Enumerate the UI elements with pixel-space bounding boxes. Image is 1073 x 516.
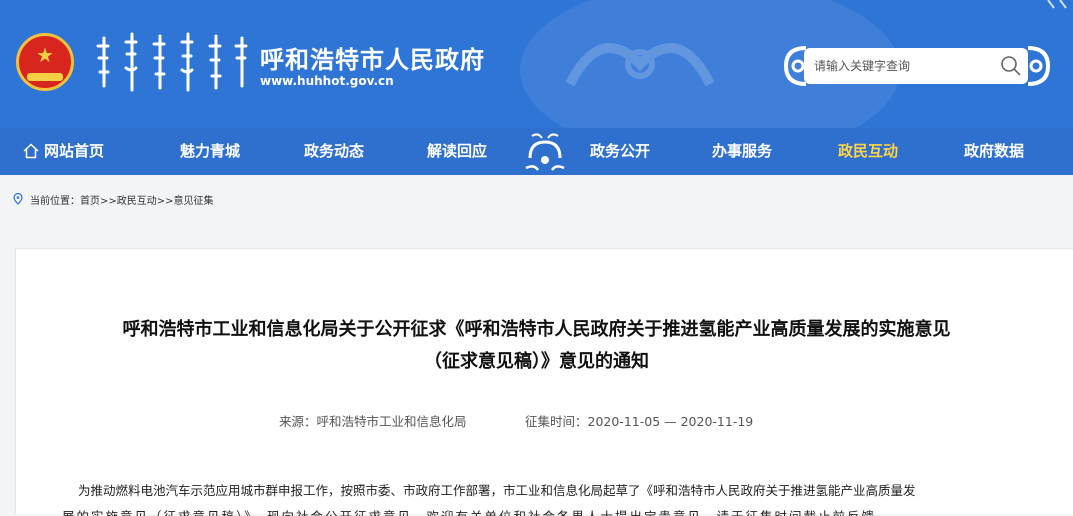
nav-item-interpretation[interactable]: 解读回应 <box>415 128 499 175</box>
nav-item-public[interactable]: 政务公开 <box>578 128 662 175</box>
article-period: 征集时间：2020-11-05 — 2020-11-19 <box>525 414 754 429</box>
nav-item-news[interactable]: 政务动态 <box>292 128 376 175</box>
breadcrumb: 当前位置：首页>>政民互动>>意见征集 <box>30 196 214 207</box>
nav-item-services[interactable]: 办事服务 <box>700 128 784 175</box>
nav-item-home[interactable]: 网站首页 <box>44 128 124 175</box>
article-body-line1: 为推动燃料电池汽车示范应用城市群申报工作，按照市委、市政府工作部署，市工业和信息… <box>78 483 916 498</box>
article-body-line2-clipped: 展的实施意见（征求意见稿）》，现向社会公开征求意见。欢迎有关单位和社会各界人士提… <box>62 508 1032 516</box>
star-icon: ★ <box>36 43 54 67</box>
article-title-line2: （征求意见稿）》意见的通知 <box>424 351 649 372</box>
header-pattern-icon <box>565 43 715 87</box>
corner-icon <box>1047 0 1067 9</box>
emblem-base <box>27 73 63 81</box>
search-input[interactable] <box>814 56 994 76</box>
site-title[interactable]: 呼和浩特市人民政府 <box>260 40 485 75</box>
search-box <box>804 48 1028 84</box>
national-emblem[interactable]: ★ <box>16 33 74 91</box>
nav-item-interaction[interactable]: 政民互动 <box>826 128 910 175</box>
nav-ornament-icon <box>525 133 565 171</box>
site-url[interactable]: www.huhhot.gov.cn <box>260 74 394 88</box>
article-body-line2: 展的实施意见（征求意见稿）》，现向社会公开征求意见。欢迎有关单位和社会各界人士提… <box>62 508 1032 516</box>
article-title-line1: 呼和浩特市工业和信息化局关于公开征求《呼和浩特市人民政府关于推进氢能产业高质量发… <box>122 319 951 340</box>
article-card <box>15 248 1073 514</box>
location-pin-icon <box>13 193 23 205</box>
home-icon[interactable] <box>23 143 39 159</box>
search-area <box>782 44 1051 88</box>
nav-item-charm[interactable]: 魅力青城 <box>168 128 252 175</box>
mongolian-script-logo <box>96 32 248 92</box>
search-right-ornament-icon <box>1027 46 1051 86</box>
search-icon[interactable] <box>999 54 1023 78</box>
site-header: ★ 呼和浩特市人民政府 www.huhhot.gov.cn <box>0 0 1073 128</box>
article-source: 来源：呼和浩特市工业和信息化局 <box>279 414 467 429</box>
nav-item-data[interactable]: 政府数据 <box>952 128 1036 175</box>
